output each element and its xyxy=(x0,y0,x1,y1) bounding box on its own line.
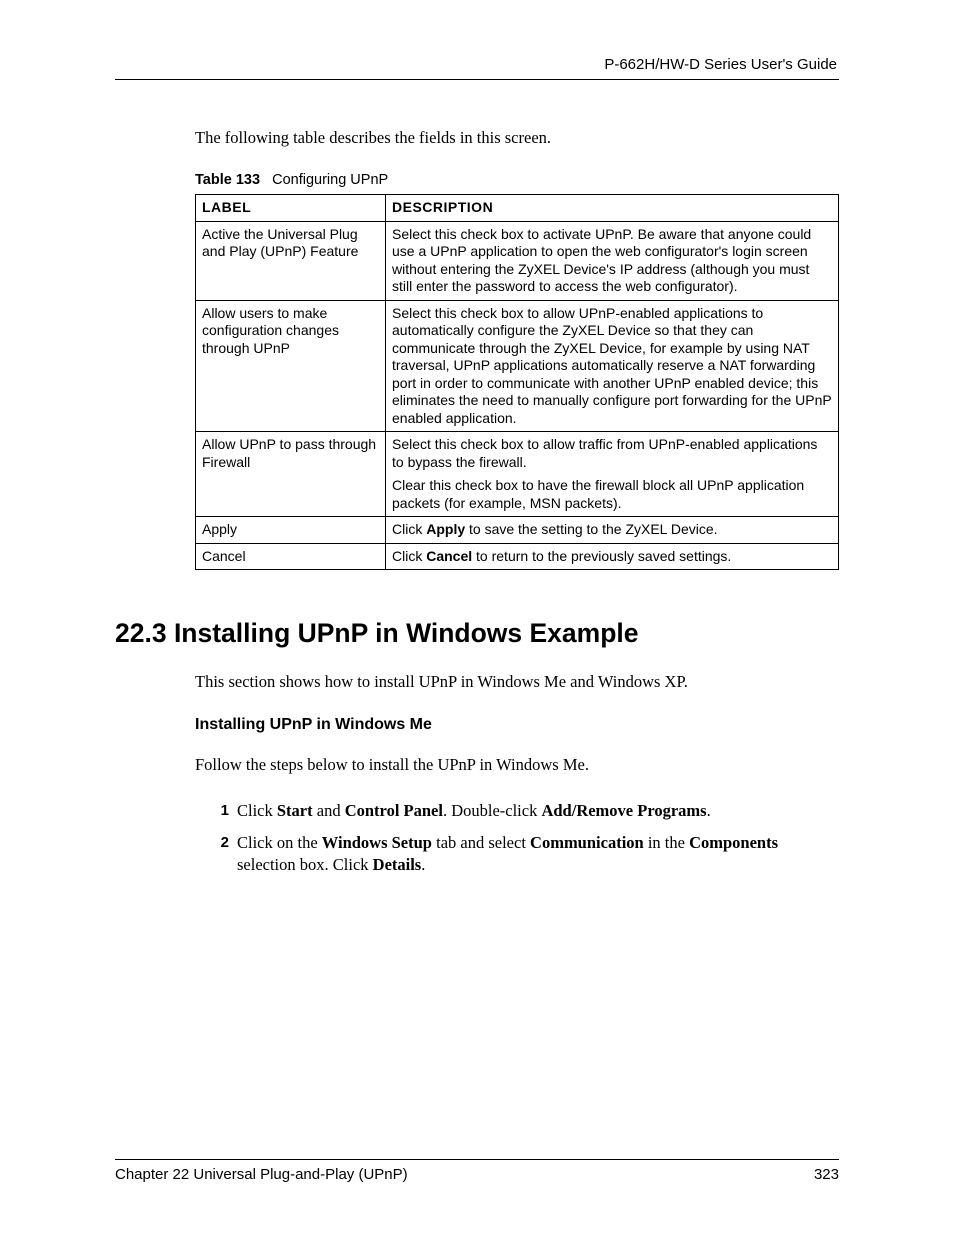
list-item: 1 Click Start and Control Panel. Double-… xyxy=(211,800,839,822)
table-header-row: LABEL DESCRIPTION xyxy=(196,195,839,222)
cell-label: Cancel xyxy=(196,543,386,570)
th-label: LABEL xyxy=(196,195,386,222)
table-row: Allow UPnP to pass through Firewall Sele… xyxy=(196,432,839,517)
table-row: Cancel Click Cancel to return to the pre… xyxy=(196,543,839,570)
sub-intro: Follow the steps below to install the UP… xyxy=(195,754,839,775)
cell-description: Click Apply to save the setting to the Z… xyxy=(386,517,839,544)
section-heading: 22.3 Installing UPnP in Windows Example xyxy=(115,618,839,649)
cell-description: Select this check box to activate UPnP. … xyxy=(386,221,839,300)
document-page: P-662H/HW-D Series User's Guide The foll… xyxy=(0,0,954,877)
table-row: Allow users to make configuration change… xyxy=(196,300,839,432)
cell-description: Select this check box to allow UPnP-enab… xyxy=(386,300,839,432)
sub-heading: Installing UPnP in Windows Me xyxy=(195,716,839,734)
section-intro: This section shows how to install UPnP i… xyxy=(195,671,839,692)
step-number: 1 xyxy=(211,800,229,822)
cell-description: Select this check box to allow traffic f… xyxy=(386,432,839,517)
step-number: 2 xyxy=(211,832,229,877)
config-table: LABEL DESCRIPTION Active the Universal P… xyxy=(195,194,839,570)
cell-label: Active the Universal Plug and Play (UPnP… xyxy=(196,221,386,300)
intro-paragraph: The following table describes the fields… xyxy=(195,128,839,148)
list-item: 2 Click on the Windows Setup tab and sel… xyxy=(211,832,839,877)
table-row: Active the Universal Plug and Play (UPnP… xyxy=(196,221,839,300)
step-text: Click on the Windows Setup tab and selec… xyxy=(237,832,839,877)
header-guide-title: P-662H/HW-D Series User's Guide xyxy=(115,56,839,73)
th-description: DESCRIPTION xyxy=(386,195,839,222)
table-row: Apply Click Apply to save the setting to… xyxy=(196,517,839,544)
table-caption-title: Configuring UPnP xyxy=(272,172,388,188)
footer-page-number: 323 xyxy=(814,1166,839,1183)
step-list: 1 Click Start and Control Panel. Double-… xyxy=(211,800,839,877)
header-rule xyxy=(115,79,839,80)
page-footer: Chapter 22 Universal Plug-and-Play (UPnP… xyxy=(115,1159,839,1183)
table-caption: Table 133 Configuring UPnP xyxy=(195,172,839,188)
cell-description: Click Cancel to return to the previously… xyxy=(386,543,839,570)
footer-chapter: Chapter 22 Universal Plug-and-Play (UPnP… xyxy=(115,1166,408,1183)
step-text: Click Start and Control Panel. Double-cl… xyxy=(237,800,839,822)
cell-label: Allow users to make configuration change… xyxy=(196,300,386,432)
table-caption-number: Table 133 xyxy=(195,172,260,188)
cell-label: Apply xyxy=(196,517,386,544)
cell-label: Allow UPnP to pass through Firewall xyxy=(196,432,386,517)
